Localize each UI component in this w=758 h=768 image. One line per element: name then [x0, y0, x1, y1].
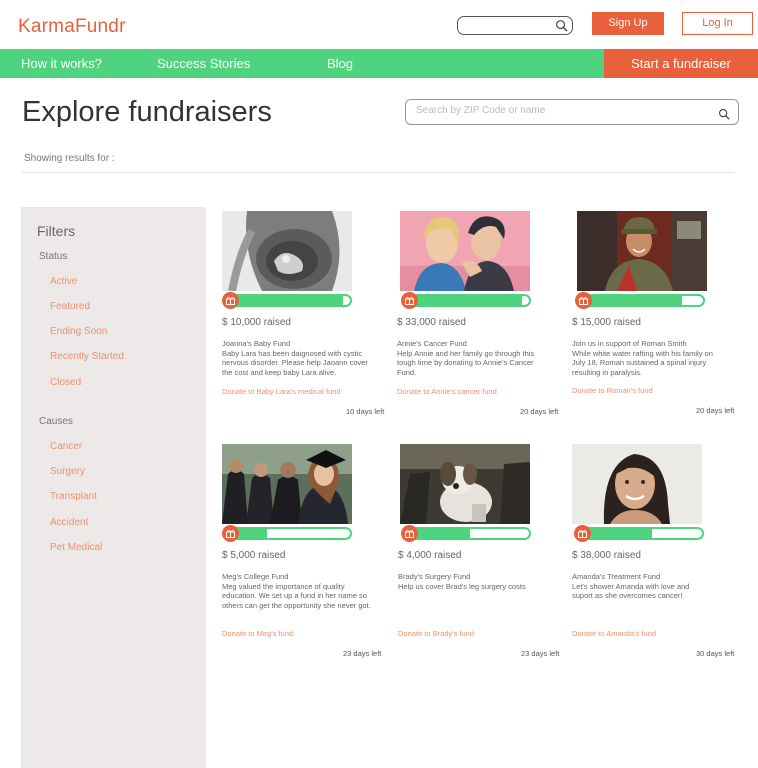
progress-bar: [397, 292, 577, 309]
header-search-input[interactable]: [457, 16, 573, 35]
filter-accident[interactable]: Accident: [50, 517, 88, 528]
fund-description: Baby Lara has been daignosed with cystic…: [222, 348, 368, 377]
fund-description: Help us cover Brad's leg surgery costs: [398, 581, 526, 591]
two-women-photo[interactable]: [400, 211, 530, 291]
days-left: 20 days left: [520, 407, 559, 416]
fundraiser-card[interactable]: $ 33,000 raised Annie's Cancer Fund Help…: [397, 211, 577, 421]
amount-raised: $ 4,000 raised: [398, 550, 462, 561]
status-heading: Status: [39, 251, 68, 262]
fund-name: Join us in support of Roman Smith: [572, 339, 687, 348]
progress-bar: [222, 292, 402, 309]
filters-title: Filters: [37, 223, 76, 239]
filters-sidebar: Filters Status Active Featured Ending So…: [21, 207, 206, 768]
fund-description: Help Annie and her family go through thi…: [397, 348, 535, 377]
fundraiser-search-input[interactable]: [416, 105, 706, 116]
soldier-photo[interactable]: [577, 211, 707, 291]
fund-description: Let's shower Amanda with love and suport…: [572, 581, 690, 601]
fund-name: Meg's College Fund: [222, 572, 289, 581]
nav-blog[interactable]: Blog: [327, 49, 353, 78]
nav-success-stories[interactable]: Success Stories: [157, 49, 250, 78]
donate-link[interactable]: Donate to Meg's fund: [222, 629, 293, 638]
filter-recently-started[interactable]: Recently Started: [50, 351, 124, 362]
fundraiser-card[interactable]: $ 5,000 raised Meg's College Fund Meg va…: [222, 444, 402, 664]
amount-raised: $ 5,000 raised: [222, 550, 286, 561]
pregnant-belly-photo[interactable]: [222, 211, 352, 291]
gift-icon: [401, 292, 418, 309]
days-left: 10 days left: [346, 407, 385, 416]
sign-up-button[interactable]: Sign Up: [592, 12, 664, 35]
fundraiser-search[interactable]: [405, 99, 739, 125]
fund-name: Annie's Cancer Fund: [397, 339, 467, 348]
donate-link[interactable]: Donate to Amanda's fund: [572, 629, 656, 638]
fund-name: Amanda's Treatment Fund: [572, 572, 661, 581]
page-title: Explore fundraisers: [22, 96, 272, 128]
logo[interactable]: KarmaFundr: [18, 16, 126, 38]
start-fundraiser-button[interactable]: Start a fundraiser: [604, 49, 758, 78]
search-icon[interactable]: [718, 108, 730, 120]
progress-bar: [222, 525, 402, 542]
days-left: 23 days left: [343, 649, 382, 658]
search-icon[interactable]: [555, 19, 568, 32]
amount-raised: $ 38,000 raised: [572, 550, 641, 561]
days-left: 20 days left: [696, 406, 735, 415]
donate-link[interactable]: Donate to Annie's cancer fund: [397, 387, 497, 396]
fund-description: While white water rafting with his famil…: [572, 348, 713, 377]
days-left: 23 days left: [521, 649, 560, 658]
log-in-button[interactable]: Log In: [682, 12, 753, 35]
fund-description: Meg valued the importance of quality edu…: [222, 581, 371, 610]
donate-link[interactable]: Donate to Roman's fund: [572, 386, 653, 395]
fund-name: Joanna's Baby Fund: [222, 339, 291, 348]
filter-transplant[interactable]: Transplant: [50, 491, 97, 502]
donate-link[interactable]: Donate to Brady's fund: [398, 629, 474, 638]
causes-heading: Causes: [39, 416, 73, 427]
amount-raised: $ 15,000 raised: [572, 317, 641, 328]
progress-bar: [572, 525, 752, 542]
filter-pet-medical[interactable]: Pet Medical: [50, 542, 102, 553]
fundraiser-card[interactable]: $ 4,000 raised Brady's Surgery Fund Help…: [398, 444, 578, 664]
fundraiser-card[interactable]: $ 15,000 raised Join us in support of Ro…: [572, 211, 752, 421]
divider: [22, 172, 734, 173]
days-left: 30 days left: [696, 649, 735, 658]
gift-icon: [222, 525, 239, 542]
filter-featured[interactable]: Featured: [50, 301, 90, 312]
donate-link[interactable]: Donate to Baby Lara's medical fund: [222, 387, 341, 396]
fund-name: Brady's Surgery Fund: [398, 572, 471, 581]
woman-portrait-photo[interactable]: [572, 444, 702, 524]
fundraiser-card[interactable]: $ 38,000 raised Amanda's Treatment Fund …: [572, 444, 752, 664]
dog-photo[interactable]: [400, 444, 530, 524]
showing-results-text: Showing results for :: [24, 153, 115, 164]
main-nav: How it works? Success Stories Blog Start…: [0, 49, 758, 78]
filter-closed[interactable]: Closed: [50, 377, 81, 388]
gift-icon: [574, 525, 591, 542]
amount-raised: $ 10,000 raised: [222, 317, 291, 328]
progress-bar: [572, 292, 752, 309]
amount-raised: $ 33,000 raised: [397, 317, 466, 328]
gift-icon: [222, 292, 239, 309]
fundraiser-card[interactable]: $ 10,000 raised Joanna's Baby Fund Baby …: [222, 211, 402, 421]
filter-cancer[interactable]: Cancer: [50, 441, 82, 452]
filter-surgery[interactable]: Surgery: [50, 466, 85, 477]
filter-active[interactable]: Active: [50, 276, 77, 287]
progress-bar: [398, 525, 578, 542]
graduation-photo[interactable]: [222, 444, 352, 524]
filter-ending-soon[interactable]: Ending Soon: [50, 326, 107, 337]
gift-icon: [401, 525, 418, 542]
gift-icon: [575, 292, 592, 309]
nav-how-it-works[interactable]: How it works?: [21, 49, 102, 78]
